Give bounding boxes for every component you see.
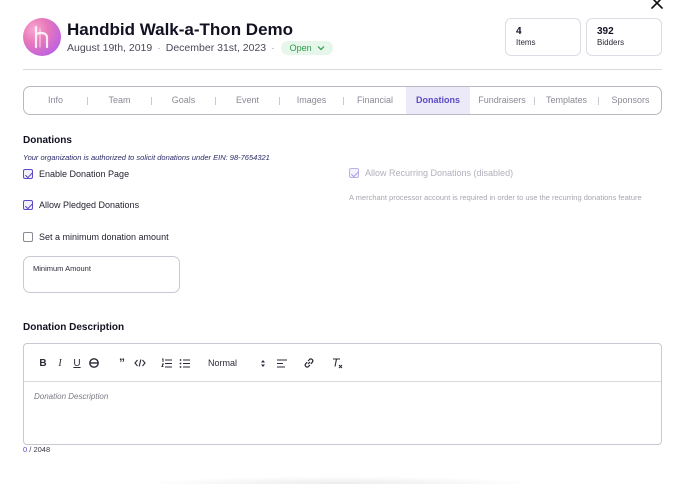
event-start-date: August 19th, 2019 — [67, 42, 153, 54]
tab-fundraisers[interactable]: Fundraisers — [470, 87, 534, 114]
align-icon[interactable] — [276, 356, 288, 370]
chevron-down-icon — [317, 46, 325, 51]
ordered-list-icon[interactable] — [161, 356, 173, 370]
items-label: Items — [516, 38, 536, 47]
heading-select-value: Normal — [208, 358, 238, 368]
header-divider — [23, 69, 662, 70]
status-label: Open — [289, 43, 312, 53]
min-amount-checkbox[interactable] — [23, 232, 33, 242]
description-heading: Donation Description — [23, 322, 125, 333]
character-counter: 0 / 2048 — [23, 445, 50, 454]
items-stat: 4 Items — [505, 18, 581, 56]
description-editor[interactable]: B I U ” Normal Donation Description — [23, 343, 662, 445]
code-icon[interactable] — [134, 356, 146, 370]
tab-donations[interactable]: Donations — [406, 87, 470, 114]
recurring-donations-checkbox — [349, 168, 359, 178]
event-title: Handbid Walk-a-Thon Demo — [67, 20, 294, 39]
bottom-shadow — [140, 476, 540, 484]
status-separator: · — [271, 42, 275, 54]
description-textarea[interactable]: Donation Description — [34, 392, 108, 401]
tab-bar: Info Team Goals Event Images Financial D… — [23, 86, 662, 115]
minimum-amount-label: Minimum Amount — [33, 264, 91, 273]
italic-icon[interactable]: I — [54, 356, 66, 370]
minimum-amount-input[interactable] — [33, 275, 171, 289]
link-icon[interactable] — [303, 356, 315, 370]
tab-event[interactable]: Event — [216, 87, 279, 114]
date-separator: · — [157, 42, 161, 54]
bidders-count: 392 — [597, 26, 614, 37]
bold-icon[interactable]: B — [37, 356, 49, 370]
allow-pledged-toggle[interactable]: Allow Pledged Donations — [23, 200, 139, 210]
tab-financial[interactable]: Financial — [344, 87, 406, 114]
character-count-max: 2048 — [33, 445, 51, 454]
allow-pledged-label: Allow Pledged Donations — [39, 200, 140, 210]
merchant-note: A merchant processor account is required… — [349, 193, 642, 202]
enable-donation-page-toggle[interactable]: Enable Donation Page — [23, 169, 129, 179]
close-icon[interactable] — [648, 0, 666, 12]
bidders-stat: 392 Bidders — [586, 18, 662, 56]
items-count: 4 — [516, 26, 522, 37]
bidders-label: Bidders — [597, 38, 625, 47]
strikethrough-icon[interactable] — [88, 356, 100, 370]
editor-toolbar: B I U ” Normal — [24, 344, 661, 382]
allow-pledged-checkbox[interactable] — [23, 200, 33, 210]
recurring-donations-toggle: Allow Recurring Donations (disabled) — [349, 168, 513, 178]
clear-format-icon[interactable] — [331, 356, 343, 370]
bullet-list-icon[interactable] — [179, 356, 191, 370]
enable-donation-page-label: Enable Donation Page — [39, 169, 130, 179]
min-amount-toggle[interactable]: Set a minimum donation amount — [23, 232, 169, 242]
recurring-donations-label: Allow Recurring Donations (disabled) — [365, 168, 514, 178]
quote-icon[interactable]: ” — [116, 356, 128, 370]
underline-icon[interactable]: U — [71, 356, 83, 370]
tab-goals[interactable]: Goals — [152, 87, 215, 114]
event-avatar — [23, 18, 61, 56]
tab-images[interactable]: Images — [280, 87, 343, 114]
enable-donation-page-checkbox[interactable] — [23, 169, 33, 179]
tab-team[interactable]: Team — [88, 87, 151, 114]
minimum-amount-field[interactable]: Minimum Amount — [23, 256, 180, 293]
event-dates: August 19th, 2019 · December 31st, 2023 … — [67, 41, 333, 55]
tab-sponsors[interactable]: Sponsors — [599, 87, 661, 114]
event-end-date: December 31st, 2023 — [165, 42, 267, 54]
donations-heading: Donations — [23, 135, 72, 146]
handbid-logo — [34, 25, 49, 49]
min-amount-toggle-label: Set a minimum donation amount — [39, 232, 169, 242]
heading-select[interactable]: Normal — [208, 356, 266, 370]
ein-note: Your organization is authorized to solic… — [23, 153, 270, 162]
tab-templates[interactable]: Templates — [535, 87, 598, 114]
tab-info[interactable]: Info — [24, 87, 87, 114]
status-badge[interactable]: Open — [280, 41, 333, 55]
select-arrows-icon — [261, 359, 265, 367]
